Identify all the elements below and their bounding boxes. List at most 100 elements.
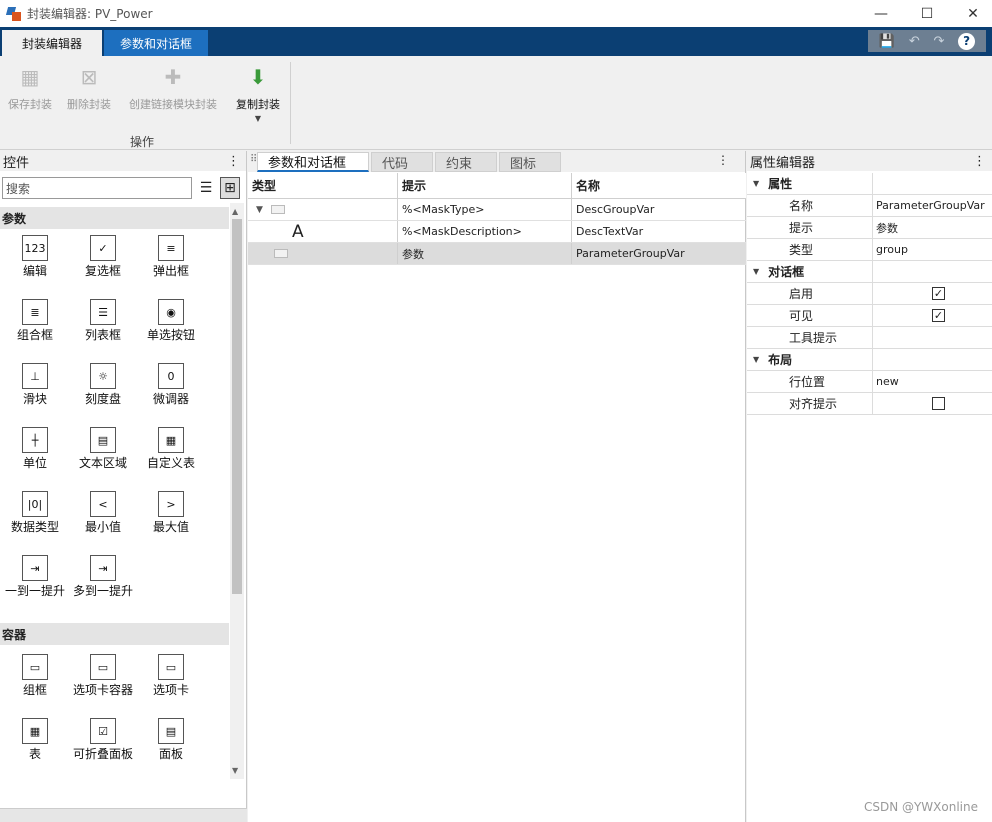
tab-constraints[interactable]: 约束 [435,152,497,172]
col-prompt[interactable]: 提示 [398,173,572,198]
property-value[interactable] [873,327,992,348]
property-value[interactable] [873,393,992,414]
control-tile[interactable]: < 最小值 [71,491,135,535]
property-row[interactable]: 工具提示 [747,327,992,349]
panel-menu-icon[interactable]: ⋮ [717,153,729,167]
redo-icon[interactable]: ↷ [933,34,944,49]
table-row[interactable]: ▼ %<MaskType> DescGroupVar [248,199,746,221]
container-tile[interactable]: ▦ 表 [3,718,67,762]
control-tile[interactable]: ☰ 列表框 [71,299,135,343]
property-row[interactable]: 启用 ✓ [747,283,992,305]
collapse-triangle-icon[interactable]: ▼ [753,355,759,364]
property-row[interactable]: 提示 参数 [747,217,992,239]
panel-menu-icon[interactable]: ⋮ [227,154,240,169]
delete-mask-icon: ⊠ [80,65,98,89]
control-tile[interactable]: > 最大值 [139,491,203,535]
control-tile[interactable]: ◉ 单选按钮 [139,299,203,343]
search-input[interactable]: 搜索 [2,177,192,199]
close-button[interactable]: ✕ [950,0,992,27]
controls-vertical-scrollbar[interactable]: ▲ ▼ [230,203,244,779]
copy-mask-button[interactable]: ⬇ 复制封装 ▼ [230,64,286,123]
control-tile[interactable]: ≡ 弹出框 [139,235,203,279]
container-tile[interactable]: ▭ 选项卡 [139,654,203,698]
minimize-button[interactable]: — [858,0,904,27]
control-tile[interactable]: ⊥ 滑块 [3,363,67,407]
property-checkbox[interactable] [932,397,945,410]
panel-menu-icon[interactable]: ⋮ [973,154,986,169]
property-row[interactable]: 行位置 new [747,371,992,393]
property-group[interactable]: ▼ 布局 [747,349,992,371]
property-value[interactable]: new [873,371,992,392]
control-tile[interactable]: ☼ 刻度盘 [71,363,135,407]
property-row[interactable]: 类型 group [747,239,992,261]
property-value[interactable]: group [873,239,992,260]
property-value[interactable]: ParameterGroupVar [873,195,992,216]
control-tile[interactable]: ┼ 单位 [3,427,67,471]
col-name[interactable]: 名称 [572,173,746,198]
dropdown-arrow-icon[interactable]: ▼ [230,114,286,123]
controls-panel-title: 控件 [3,155,30,171]
property-group[interactable]: ▼ 属性 [747,173,992,195]
container-tile[interactable]: ▤ 面板 [139,718,203,762]
control-icon: 123 [22,235,48,261]
container-icon: ▦ [22,718,48,744]
control-label: 自定义表 [146,456,195,470]
row-prompt[interactable]: 参数 [398,243,572,264]
control-label: 最小值 [84,520,121,534]
expand-triangle-icon[interactable]: ▼ [256,205,263,215]
property-value[interactable]: ✓ [873,283,992,304]
tab-icon[interactable]: 图标 [499,152,561,172]
controls-horizontal-scrollbar[interactable] [0,808,247,822]
scroll-thumb[interactable] [232,219,242,594]
grid-view-icon[interactable]: ⊞ [220,177,240,199]
property-value[interactable]: 参数 [873,217,992,238]
help-icon[interactable]: ? [958,32,976,50]
save-icon[interactable]: 💾 [879,34,895,49]
tab-parameters-dialog[interactable]: 参数和对话框 [104,30,208,56]
property-group[interactable]: ▼ 对话框 [747,261,992,283]
container-tile[interactable]: ▭ 组框 [3,654,67,698]
row-prompt[interactable]: %<MaskType> [398,199,572,220]
property-row[interactable]: 名称 ParameterGroupVar [747,195,992,217]
property-group-value [873,173,992,194]
row-name[interactable]: ParameterGroupVar [572,243,746,264]
tab-mask-editor[interactable]: 封装编辑器 [2,30,102,56]
undo-icon[interactable]: ↶ [909,34,920,49]
control-tile[interactable]: ⇥ 一到一提升 [3,555,67,599]
property-row[interactable]: 可见 ✓ [747,305,992,327]
property-row[interactable]: 对齐提示 [747,393,992,415]
list-view-icon[interactable]: ☰ [196,177,216,199]
control-tile[interactable]: |0| 数据类型 [3,491,67,535]
dialog-tabs: ⠿ 参数和对话框 代码 约束 图标 ⋮ [248,151,745,172]
scroll-down-icon[interactable]: ▼ [232,766,238,775]
scroll-up-icon[interactable]: ▲ [232,207,238,216]
table-row-selected[interactable]: 参数 ParameterGroupVar [248,243,746,265]
create-linked-mask-button[interactable]: ✚ 创建链接模块封装 [124,64,222,112]
control-tile[interactable]: 0 微调器 [139,363,203,407]
control-tile[interactable]: ✓ 复选框 [71,235,135,279]
container-tile[interactable]: ☑ 可折叠面板 [71,718,135,762]
control-tile[interactable]: ▤ 文本区域 [71,427,135,471]
container-tile[interactable]: ▭ 选项卡容器 [71,654,135,698]
property-value[interactable]: ✓ [873,305,992,326]
property-checkbox[interactable]: ✓ [932,309,945,322]
row-name[interactable]: DescGroupVar [572,199,746,220]
table-row[interactable]: A %<MaskDescription> DescTextVar [248,221,746,243]
delete-mask-button[interactable]: ⊠ 删除封装 [63,64,115,112]
control-label: 刻度盘 [84,392,121,406]
property-checkbox[interactable]: ✓ [932,287,945,300]
row-name[interactable]: DescTextVar [572,221,746,242]
row-prompt[interactable]: %<MaskDescription> [398,221,572,242]
control-tile[interactable]: ▦ 自定义表 [139,427,203,471]
maximize-button[interactable]: ☐ [904,0,950,27]
tab-params-dialog[interactable]: 参数和对话框 [257,152,369,172]
collapse-triangle-icon[interactable]: ▼ [753,267,759,276]
col-type[interactable]: 类型 [248,173,398,198]
control-tile[interactable]: ≣ 组合框 [3,299,67,343]
collapse-triangle-icon[interactable]: ▼ [753,179,759,188]
container-label: 组框 [22,683,47,697]
tab-code[interactable]: 代码 [371,152,433,172]
save-mask-button[interactable]: ▦ 保存封装 [4,64,56,112]
control-tile[interactable]: ⇥ 多到一提升 [71,555,135,599]
control-tile[interactable]: 123 编辑 [3,235,67,279]
